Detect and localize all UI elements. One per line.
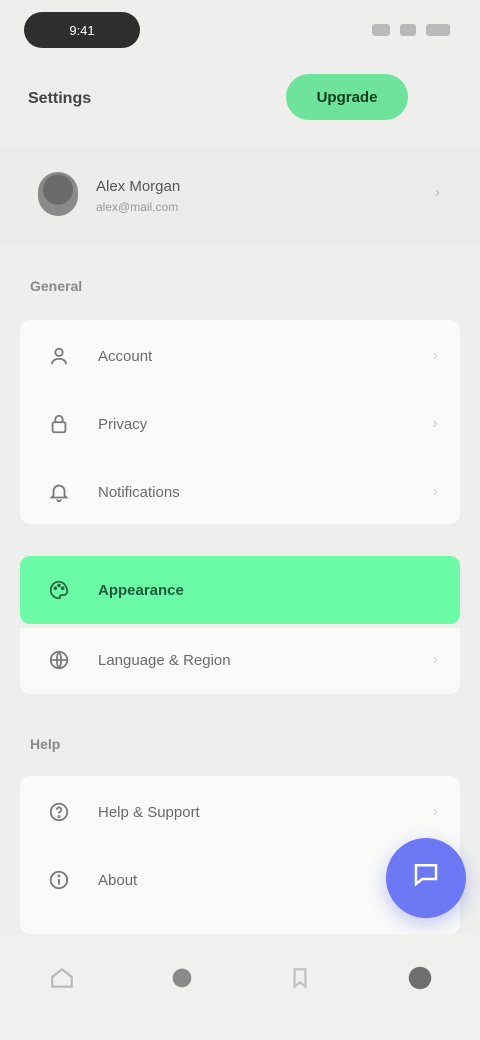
wifi-icon: [400, 24, 416, 36]
menu-item-language[interactable]: Language & Region ›: [20, 628, 460, 692]
chat-icon: [411, 859, 441, 897]
menu-item-notifications[interactable]: Notifications ›: [20, 460, 460, 524]
status-icons: [372, 24, 450, 36]
profile-icon: [405, 963, 435, 998]
header: Settings Upgrade: [0, 62, 480, 136]
profile-subtitle: alex@mail.com: [96, 200, 179, 214]
section-label-help: Help: [30, 736, 61, 752]
menu-item-help-support[interactable]: Help & Support ›: [20, 780, 460, 844]
menu-item-label: About: [98, 871, 138, 889]
help-icon: [46, 799, 72, 825]
menu-item-label: Help & Support: [98, 803, 200, 821]
menu-item-label: Account: [98, 347, 153, 365]
signal-icon: [372, 24, 390, 36]
menu-item-appearance[interactable]: Appearance: [20, 556, 460, 624]
settings-card-general: Account › Privacy › Notifications ›: [20, 320, 460, 524]
settings-card-general-tail: Language & Region ›: [20, 628, 460, 694]
profile-row[interactable]: Alex Morgan alex@mail.com ›: [0, 148, 480, 244]
bell-icon: [46, 479, 72, 505]
section-label-general: General: [30, 278, 83, 294]
profile-name: Alex Morgan: [96, 178, 181, 195]
bookmark-icon: [287, 965, 313, 996]
menu-item-privacy[interactable]: Privacy ›: [20, 392, 460, 456]
page-title: Settings: [28, 90, 92, 107]
menu-item-label: Notifications: [98, 483, 180, 501]
nav-bookmarks[interactable]: [276, 956, 324, 1004]
globe-icon: [46, 647, 72, 673]
upgrade-button[interactable]: Upgrade: [286, 74, 408, 120]
battery-icon: [426, 24, 450, 36]
chevron-right-icon: ›: [432, 347, 438, 364]
menu-item-label: Privacy: [98, 415, 148, 433]
chevron-right-icon: ›: [432, 483, 438, 500]
user-icon: [46, 343, 72, 369]
nav-home[interactable]: [38, 956, 86, 1004]
app-root: 9:41 Settings Upgrade Alex Morgan alex@m…: [0, 0, 480, 1040]
info-icon: [46, 867, 72, 893]
menu-item-label: Language & Region: [98, 651, 231, 669]
menu-item-account[interactable]: Account ›: [20, 324, 460, 388]
nav-search[interactable]: [158, 956, 206, 1004]
chevron-right-icon: ›: [432, 415, 438, 432]
chevron-right-icon: ›: [432, 803, 438, 820]
status-time: 9:41: [24, 12, 140, 48]
home-icon: [49, 965, 75, 996]
nav-profile[interactable]: [396, 956, 444, 1004]
chat-fab-button[interactable]: [386, 838, 466, 918]
status-bar: 9:41: [0, 0, 480, 60]
search-icon: [168, 964, 196, 997]
bottom-nav: [0, 934, 480, 1040]
lock-icon: [46, 411, 72, 437]
avatar: [38, 172, 78, 216]
menu-item-label: Appearance: [98, 581, 184, 599]
chevron-right-icon: ›: [434, 184, 440, 201]
chevron-right-icon: ›: [432, 651, 438, 668]
palette-icon: [46, 577, 72, 603]
